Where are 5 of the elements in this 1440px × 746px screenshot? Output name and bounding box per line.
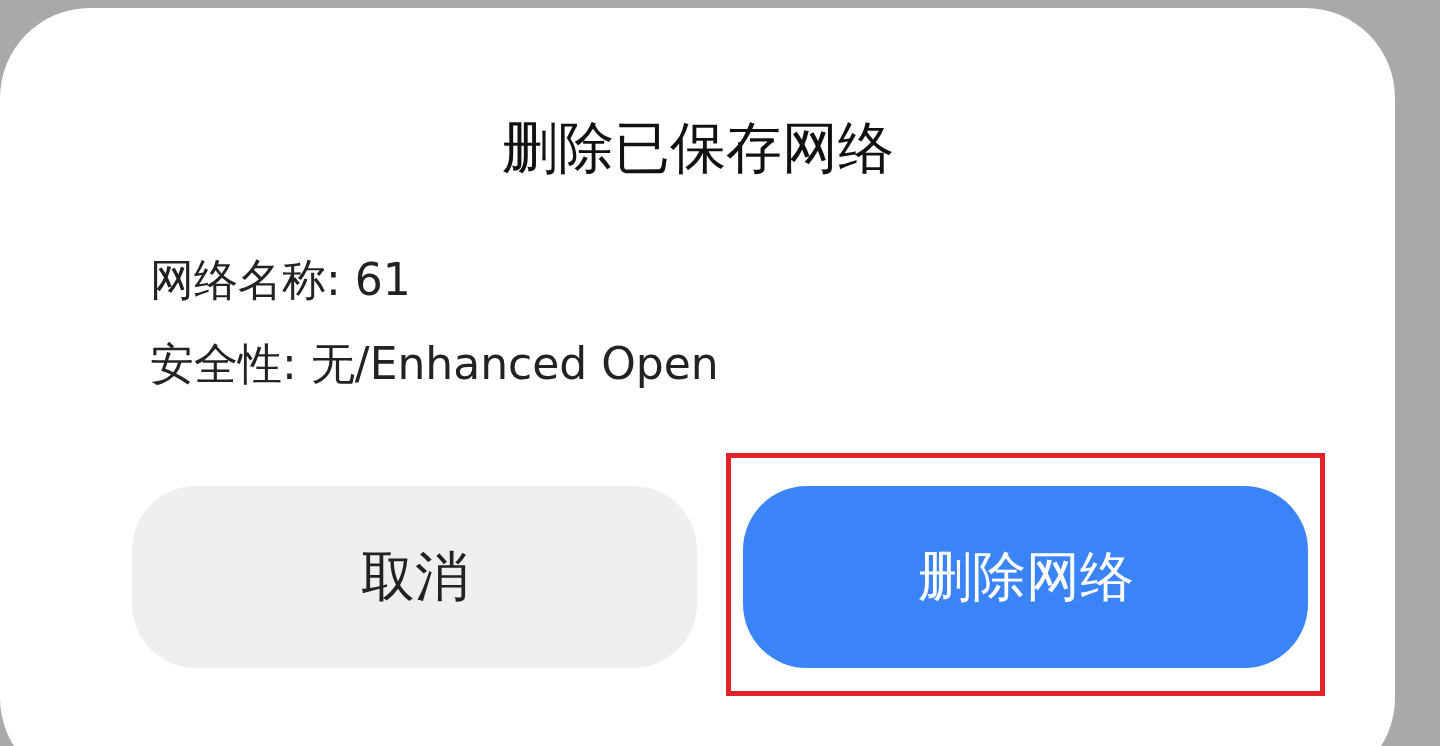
cancel-button[interactable]: 取消	[132, 486, 697, 668]
detail-text: 网络名称: 61	[150, 253, 411, 307]
dialog-title: 删除已保存网络	[501, 114, 894, 182]
detail-text: 安全性: 无/Enhanced Open	[150, 337, 719, 391]
delete-button[interactable]: 删除网络	[743, 486, 1308, 668]
